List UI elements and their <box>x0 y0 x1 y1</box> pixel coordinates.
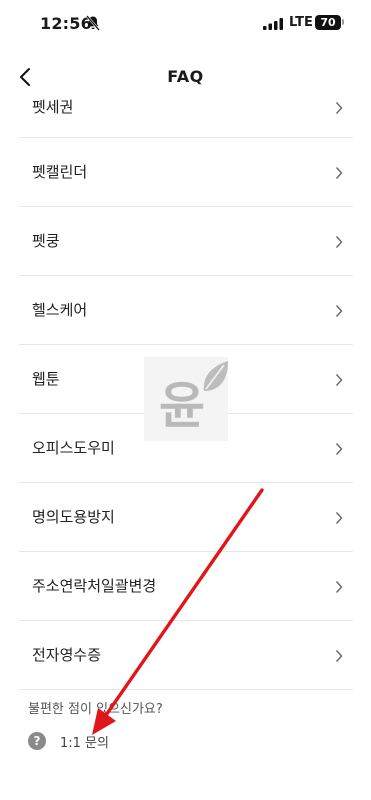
battery-cap <box>342 19 344 25</box>
faq-item-label: 오피스도우미 <box>32 439 115 457</box>
watermark-logo: 윤 <box>144 357 228 441</box>
leaf-logo-icon: 윤 <box>159 361 228 435</box>
network-type: LTE <box>289 15 313 30</box>
chevron-right-icon <box>335 374 343 386</box>
faq-item[interactable]: 헬스케어 <box>19 277 353 345</box>
inquiry-label: 1:1 문의 <box>60 735 109 751</box>
faq-item-label: 펫캘린더 <box>32 163 88 181</box>
battery-level: 70 <box>320 16 336 29</box>
question-circle-icon: ? <box>28 732 46 750</box>
faq-item[interactable]: 전자영수증 <box>19 622 353 690</box>
inquiry-link[interactable]: ? 1:1 문의 <box>28 730 109 752</box>
signal-icon <box>263 18 283 30</box>
watermark-glyph: 윤 <box>159 377 205 435</box>
bell-off-icon <box>86 15 100 31</box>
faq-item[interactable]: 펫캘린더 <box>19 139 353 207</box>
chevron-right-icon <box>335 443 343 455</box>
chevron-right-icon <box>335 236 343 248</box>
chevron-right-icon <box>335 305 343 317</box>
faq-item-label: 전자영수증 <box>32 646 102 664</box>
faq-item-label: 명의도용방지 <box>32 508 115 526</box>
faq-item[interactable]: 펫세권 <box>19 70 353 138</box>
chevron-right-icon <box>335 512 343 524</box>
faq-item-label: 헬스케어 <box>32 301 88 319</box>
faq-item[interactable]: 명의도용방지 <box>19 484 353 552</box>
status-time: 12:56 <box>40 14 92 33</box>
chevron-right-icon <box>335 581 343 593</box>
chevron-right-icon <box>335 167 343 179</box>
chevron-right-icon <box>335 102 343 114</box>
faq-item[interactable]: 주소연락처일괄변경 <box>19 553 353 621</box>
faq-item-label: 펫쿵 <box>32 232 60 250</box>
faq-item[interactable]: 펫쿵 <box>19 208 353 276</box>
faq-item-label: 웹툰 <box>32 370 60 388</box>
chevron-right-icon <box>335 650 343 662</box>
battery-icon: 70 <box>315 15 341 30</box>
status-bar: 12:56 LTE 70 <box>0 0 371 46</box>
help-prompt: 불편한 점이 있으신가요? <box>28 702 163 717</box>
faq-item-label: 펫세권 <box>32 98 74 116</box>
faq-item-label: 주소연락처일괄변경 <box>32 577 157 595</box>
